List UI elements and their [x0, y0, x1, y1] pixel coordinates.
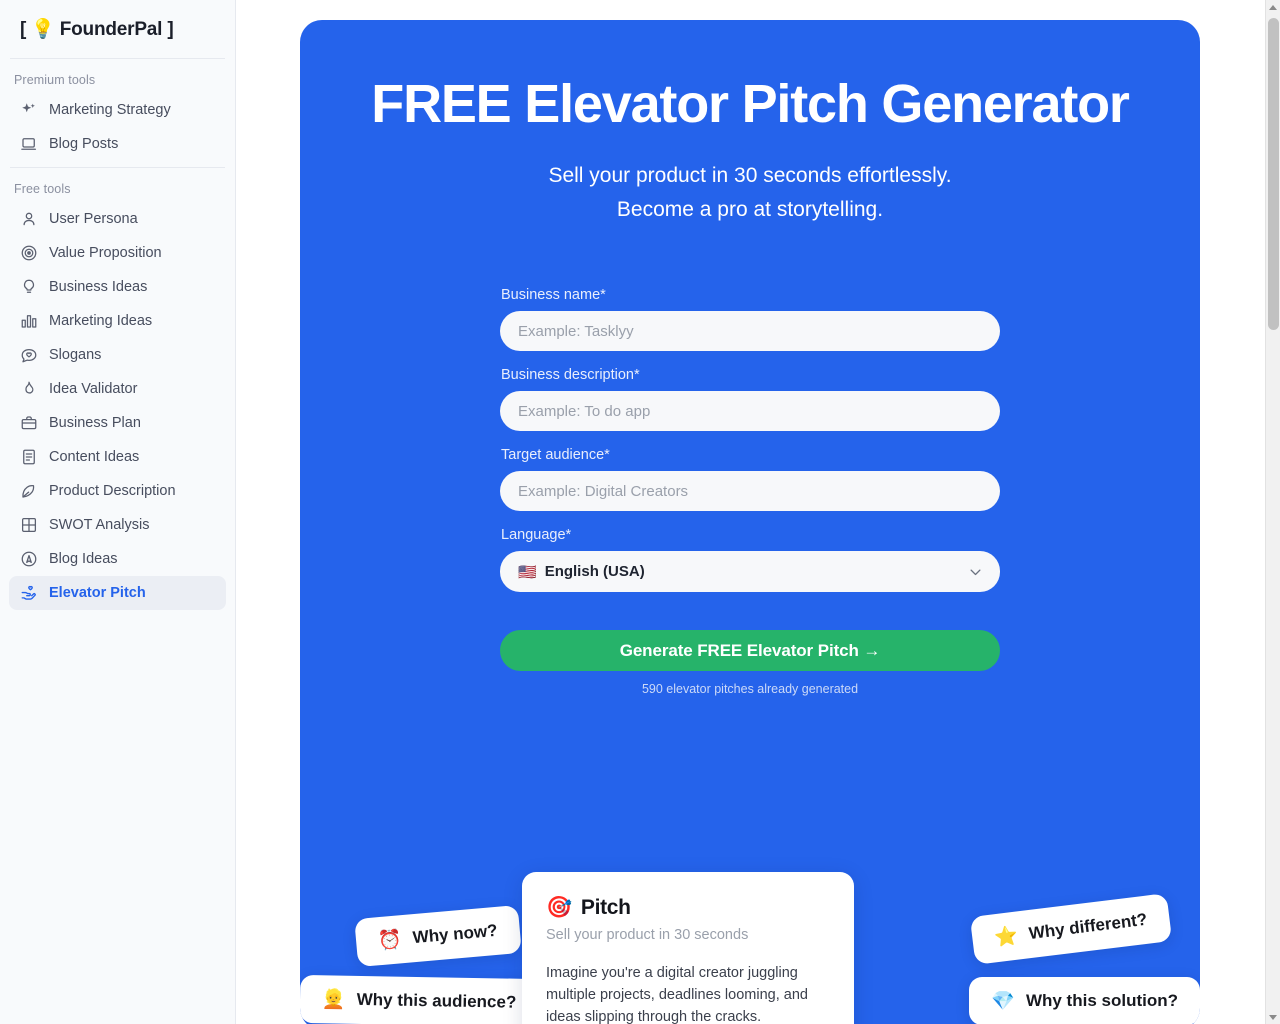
- generate-pitch-button[interactable]: Generate FREE Elevator Pitch →: [500, 630, 1000, 672]
- briefcase-icon: [19, 414, 38, 433]
- sidebar-item-label: Business Plan: [49, 415, 141, 431]
- field-label: Business name*: [501, 287, 606, 304]
- chip-label: Why now?: [411, 920, 499, 948]
- sidebar-item-idea-validator[interactable]: Idea Validator: [9, 372, 226, 406]
- generated-counter: 590 elevator pitches already generated: [641, 682, 859, 697]
- user-icon: [19, 210, 38, 229]
- sidebar-item-product-description[interactable]: Product Description: [9, 474, 226, 508]
- sidebar-item-label: Marketing Strategy: [49, 102, 171, 118]
- compass-icon: [19, 550, 38, 569]
- preview-cards: ⏰ Why now? 👱 Why this audience? ⭐ Why di…: [300, 832, 1200, 1024]
- sidebar-group-premium: Marketing Strategy Blog Posts: [0, 93, 235, 167]
- sidebar-item-label: Elevator Pitch: [49, 585, 146, 601]
- hand-heart-icon: [19, 584, 38, 603]
- sidebar-item-business-plan[interactable]: Business Plan: [9, 406, 226, 440]
- language-select-wrapper: 🇺🇸 English (USA): [500, 551, 1000, 593]
- lightbulb-icon: [19, 278, 38, 297]
- pitch-preview-card: 🎯 Pitch Sell your product in 30 seconds …: [522, 872, 854, 1024]
- chip-why-different[interactable]: ⭐ Why different?: [970, 893, 1173, 965]
- sidebar-item-label: Business Ideas: [49, 279, 148, 295]
- field-business-description: Business description*: [500, 367, 1000, 432]
- sidebar-group-label-premium: Premium tools: [14, 73, 96, 87]
- target-icon: [19, 244, 38, 263]
- sidebar-item-label: User Persona: [49, 211, 138, 227]
- sidebar-item-marketing-strategy[interactable]: Marketing Strategy: [9, 93, 226, 127]
- sidebar-item-marketing-ideas[interactable]: Marketing Ideas: [9, 304, 226, 338]
- bar-chart-icon: [19, 312, 38, 331]
- page-scrollbar[interactable]: [1265, 0, 1280, 1024]
- language-select[interactable]: 🇺🇸 English (USA): [500, 551, 1000, 593]
- grid-icon: [19, 516, 38, 535]
- page-title: FREE Elevator Pitch Generator: [371, 74, 1130, 134]
- sidebar-item-business-ideas[interactable]: Business Ideas: [9, 270, 226, 304]
- subtitle-line-2: Become a pro at storytelling.: [616, 198, 884, 222]
- sidebar-item-slogans[interactable]: Slogans: [9, 338, 226, 372]
- gem-icon: 💎: [991, 991, 1015, 1012]
- logo-container[interactable]: [ 💡 FounderPal ]: [0, 0, 235, 58]
- chip-why-this-audience[interactable]: 👱 Why this audience?: [300, 974, 539, 1024]
- triangle-down-icon[interactable]: [1266, 1010, 1280, 1024]
- sidebar-item-label: Value Proposition: [49, 245, 162, 261]
- document-list-icon: [19, 448, 38, 467]
- pitch-card-title: Pitch: [580, 896, 631, 919]
- field-label: Business description*: [501, 367, 640, 384]
- triangle-up-icon[interactable]: [1266, 0, 1280, 14]
- alarm-clock-icon: ⏰: [377, 929, 403, 953]
- sidebar-item-label: SWOT Analysis: [49, 517, 150, 533]
- pitch-card-subtitle: Sell your product in 30 seconds: [546, 927, 749, 943]
- sidebar-item-label: Blog Ideas: [49, 551, 118, 567]
- pitch-card-body: Imagine you're a digital creator jugglin…: [546, 965, 808, 1024]
- bullseye-icon: 🎯: [546, 896, 572, 919]
- chip-label: Why different?: [1028, 909, 1149, 944]
- page-subtitle: Sell your product in 30 seconds effortle…: [300, 159, 1200, 227]
- elevator-pitch-form: Business name* Business description* Tar…: [500, 287, 1000, 696]
- language-select-value: English (USA): [544, 563, 645, 581]
- chip-label: Why this audience?: [356, 989, 517, 1012]
- heart-message-icon: [19, 346, 38, 365]
- business-description-input[interactable]: [500, 391, 1000, 432]
- sidebar-item-swot-analysis[interactable]: SWOT Analysis: [9, 508, 226, 542]
- pitch-card-header: 🎯 Pitch: [546, 896, 830, 920]
- subtitle-line-1: Sell your product in 30 seconds effortle…: [548, 164, 952, 188]
- sparkles-icon: [19, 101, 38, 120]
- scrollbar-thumb[interactable]: [1268, 18, 1279, 330]
- sidebar-item-value-proposition[interactable]: Value Proposition: [9, 236, 226, 270]
- main-content: FREE Elevator Pitch Generator Sell your …: [236, 0, 1280, 1024]
- target-audience-input[interactable]: [500, 471, 1000, 512]
- sidebar-group-free: User Persona Value Proposition Business …: [0, 202, 235, 616]
- app-logo: [ 💡 FounderPal ]: [20, 19, 174, 40]
- field-label: Language*: [501, 527, 572, 544]
- app-root: [ 💡 FounderPal ] Premium tools Marketing…: [0, 0, 1280, 1024]
- sidebar-group-label-free: Free tools: [14, 182, 71, 196]
- sidebar-item-label: Idea Validator: [49, 381, 138, 397]
- chip-why-now[interactable]: ⏰ Why now?: [354, 904, 522, 968]
- laptop-icon: [19, 135, 38, 154]
- sidebar-item-content-ideas[interactable]: Content Ideas: [9, 440, 226, 474]
- chip-why-this-solution[interactable]: 💎 Why this solution?: [969, 977, 1200, 1024]
- field-label: Target audience*: [501, 447, 610, 464]
- person-icon: 👱: [321, 989, 346, 1011]
- pen-nib-icon: [19, 482, 38, 501]
- sidebar-item-blog-ideas[interactable]: Blog Ideas: [9, 542, 226, 576]
- sidebar-item-elevator-pitch[interactable]: Elevator Pitch: [9, 576, 226, 610]
- chip-label: Why this solution?: [1025, 991, 1178, 1010]
- sidebar-item-label: Content Ideas: [49, 449, 140, 465]
- field-language: Language* 🇺🇸 English (USA): [500, 527, 1000, 593]
- flame-icon: [19, 380, 38, 399]
- flag-icon: 🇺🇸: [518, 563, 538, 581]
- field-business-name: Business name*: [500, 287, 1000, 352]
- field-target-audience: Target audience*: [500, 447, 1000, 512]
- sidebar-item-user-persona[interactable]: User Persona: [9, 202, 226, 236]
- business-name-input[interactable]: [500, 311, 1000, 352]
- sidebar-item-blog-posts[interactable]: Blog Posts: [9, 127, 226, 161]
- hero-panel: FREE Elevator Pitch Generator Sell your …: [300, 20, 1200, 1024]
- star-icon: ⭐: [993, 925, 1020, 950]
- sidebar-item-label: Blog Posts: [49, 136, 119, 152]
- sidebar-item-label: Product Description: [49, 483, 176, 499]
- sidebar-item-label: Marketing Ideas: [49, 313, 153, 329]
- sidebar: [ 💡 FounderPal ] Premium tools Marketing…: [0, 0, 236, 1024]
- sidebar-item-label: Slogans: [49, 347, 102, 363]
